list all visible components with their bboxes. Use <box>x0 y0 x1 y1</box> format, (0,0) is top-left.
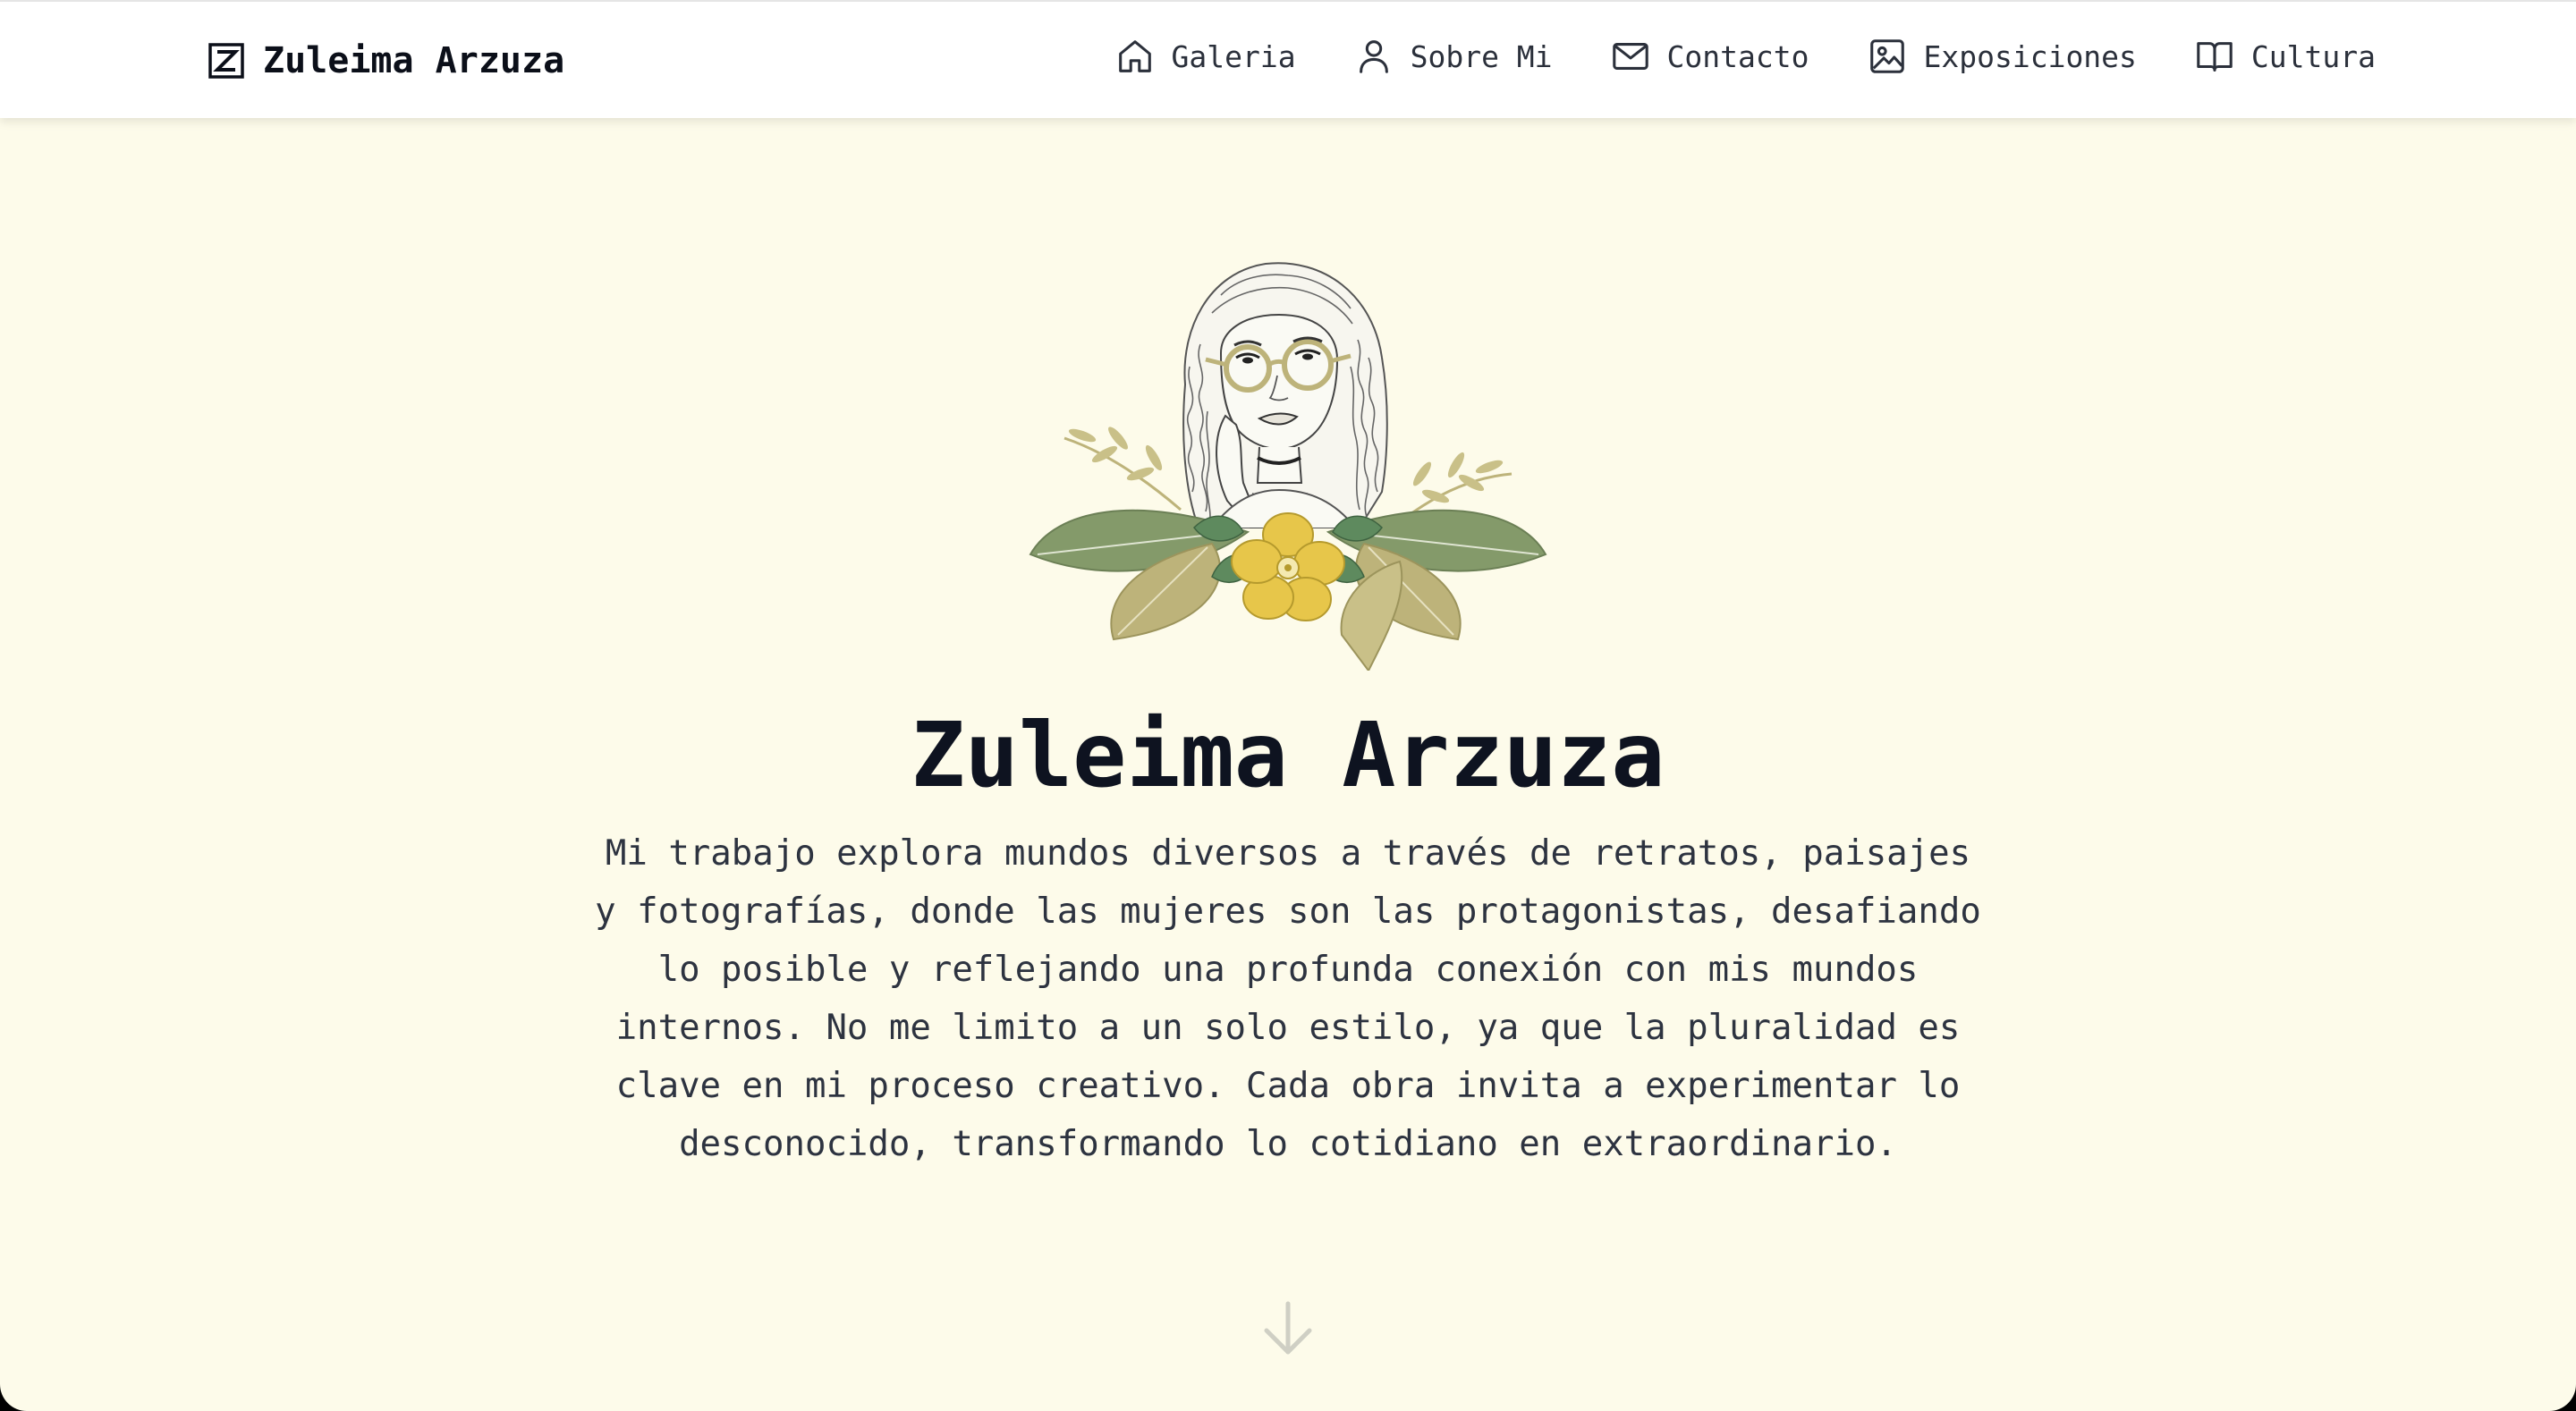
nav-label-cultura: Cultura <box>2250 38 2376 74</box>
nav-label-sobre-mi: Sobre Mi <box>1410 38 1553 74</box>
nav-item-galeria[interactable]: Galeria <box>1114 36 1296 77</box>
artist-portrait-illustration <box>1029 259 1547 672</box>
main-nav: Galeria Sobre Mi Contacto Exposiciones C… <box>1114 36 2376 77</box>
hero-description: Mi trabajo explora mundos diversos a tra… <box>595 833 1981 1164</box>
z-logo-icon <box>208 42 245 80</box>
nav-item-exposiciones[interactable]: Exposiciones <box>1867 36 2137 77</box>
brand-name: Zuleima Arzuza <box>263 40 565 81</box>
home-icon <box>1114 36 1156 77</box>
nav-item-sobre-mi[interactable]: Sobre Mi <box>1353 36 1553 77</box>
mail-icon <box>1610 36 1651 77</box>
hero-title: Zuleima Arzuza <box>911 703 1665 807</box>
page: Zuleima Arzuza Galeria Sobre Mi Contacto… <box>0 0 2576 1411</box>
nav-label-contacto: Contacto <box>1666 38 1809 74</box>
nav-label-galeria: Galeria <box>1171 38 1296 74</box>
image-icon <box>1867 36 1908 77</box>
nav-item-contacto[interactable]: Contacto <box>1610 36 1809 77</box>
nav-item-cultura[interactable]: Cultura <box>2194 36 2376 77</box>
arrow-down-icon[interactable] <box>1258 1298 1318 1359</box>
user-icon <box>1353 36 1394 77</box>
brand-link[interactable]: Zuleima Arzuza <box>208 38 564 84</box>
book-icon <box>2194 36 2235 77</box>
site-header: Zuleima Arzuza Galeria Sobre Mi Contacto… <box>0 0 2576 118</box>
nav-label-exposiciones: Exposiciones <box>1923 38 2137 74</box>
